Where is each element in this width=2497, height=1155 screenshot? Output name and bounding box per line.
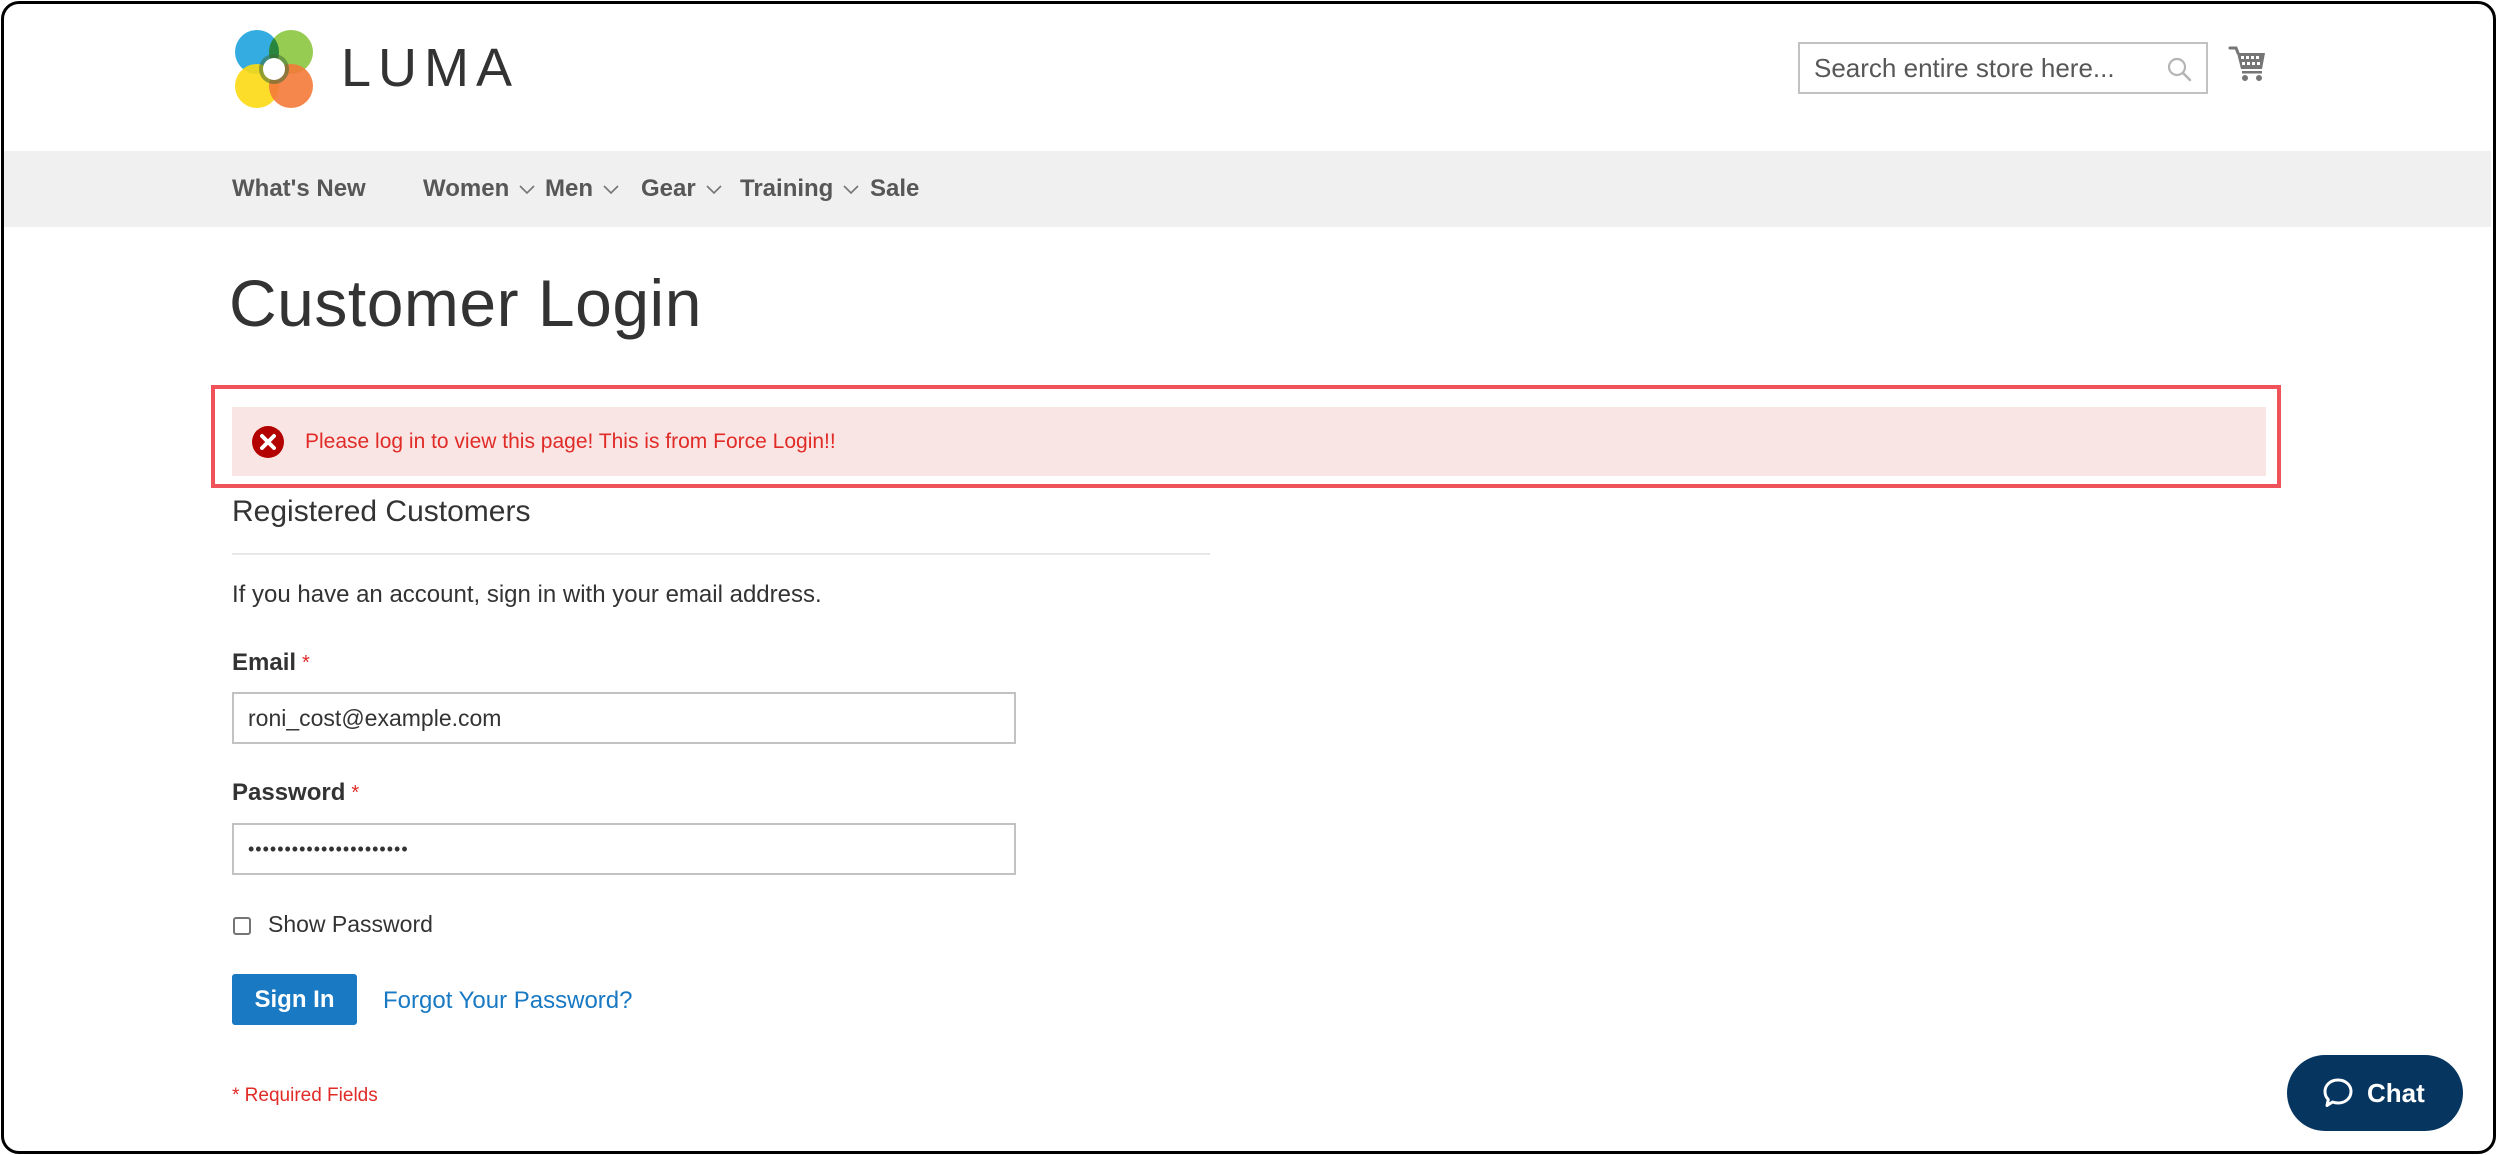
error-x-icon [252, 426, 284, 458]
title-divider [232, 553, 1210, 555]
nav-item-label: Men [545, 175, 593, 202]
chevron-down-icon [843, 185, 859, 194]
chat-label: Chat [2367, 1078, 2425, 1108]
chevron-down-icon [519, 185, 535, 194]
sign-in-button[interactable]: Sign In [232, 974, 357, 1025]
registered-customers-title: Registered Customers [232, 495, 531, 528]
nav-item-gear[interactable]: Gear [641, 151, 722, 227]
chevron-down-icon [706, 185, 722, 194]
luma-logo-icon [235, 30, 313, 108]
email-label-text: Email [232, 649, 297, 676]
email-field[interactable] [232, 692, 1016, 744]
nav-item-label: Women [423, 175, 510, 202]
page-title: Customer Login [229, 266, 702, 340]
nav-item-training[interactable]: Training [740, 151, 859, 227]
chat-bubble-icon [2323, 1078, 2353, 1107]
nav-item-label: Gear [641, 175, 696, 202]
nav-item-men[interactable]: Men [545, 151, 619, 227]
error-message-text: Please log in to view this page! This is… [305, 430, 836, 453]
nav-item-label: What's New [232, 175, 366, 202]
password-label-text: Password [232, 779, 346, 806]
nav-item-sale[interactable]: Sale [870, 151, 919, 227]
show-password-label[interactable]: Show Password [268, 909, 433, 939]
shopping-cart-icon[interactable] [2228, 44, 2268, 84]
forgot-password-link[interactable]: Forgot Your Password? [383, 986, 632, 1016]
required-asterisk: * [302, 652, 310, 674]
password-field[interactable] [232, 823, 1016, 875]
search-box [1798, 42, 2208, 94]
nav-item-women[interactable]: Women [423, 151, 535, 227]
show-password-checkbox[interactable] [233, 917, 251, 935]
login-intro-text: If you have an account, sign in with you… [232, 581, 822, 608]
chat-button[interactable]: Chat [2287, 1055, 2463, 1131]
email-label: Email * [232, 648, 310, 678]
password-label: Password * [232, 778, 359, 808]
search-icon[interactable] [2166, 56, 2192, 82]
nav-item-whats-new[interactable]: What's New [232, 151, 366, 227]
logo-text: LUMA [341, 38, 520, 98]
main-nav: What's New Women Men Gear Training Sale [4, 151, 2491, 227]
chevron-down-icon [603, 185, 619, 194]
nav-item-label: Sale [870, 175, 920, 202]
required-fields-note: * Required Fields [232, 1085, 378, 1106]
error-message: Please log in to view this page! This is… [232, 407, 2266, 476]
nav-item-label: Training [740, 175, 834, 202]
required-asterisk: * [351, 782, 360, 804]
search-input[interactable] [1800, 44, 2154, 92]
